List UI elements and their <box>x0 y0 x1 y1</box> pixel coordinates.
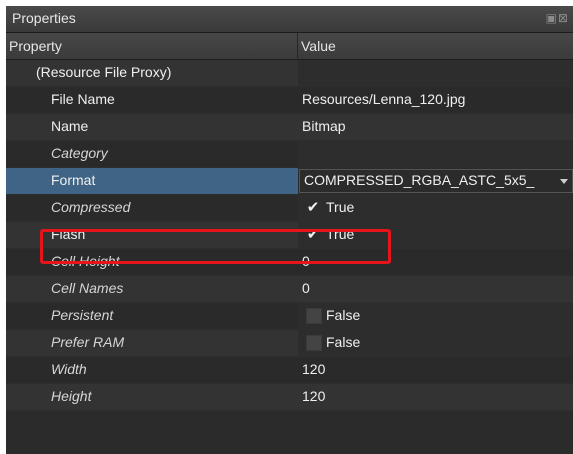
format-value: COMPRESSED_RGBA_ASTC_5x5_ <box>304 172 535 188</box>
property-label: (Resource File Proxy) <box>36 64 172 80</box>
table-row[interactable]: Prefer RAM False <box>6 330 573 357</box>
property-label: Persistent <box>51 307 114 323</box>
property-cell[interactable]: Prefer RAM <box>6 330 297 356</box>
value-cell[interactable] <box>298 141 573 167</box>
table-row[interactable]: Category <box>6 141 573 168</box>
property-label: Compressed <box>51 199 131 215</box>
table-row[interactable]: Compressed ✔ True <box>6 195 573 222</box>
table-row[interactable]: Height 120 <box>6 384 573 411</box>
property-label: Name <box>51 118 89 134</box>
chevron-down-icon[interactable] <box>560 179 568 184</box>
property-cell[interactable]: Format <box>6 168 297 194</box>
value-cell[interactable]: 0 <box>298 276 573 302</box>
table-row[interactable]: (Resource File Proxy) <box>6 60 573 87</box>
property-label: Format <box>51 172 96 188</box>
value-cell[interactable]: Bitmap <box>298 114 573 140</box>
value-text: 120 <box>302 388 326 404</box>
value-cell[interactable] <box>298 60 573 86</box>
property-label: Category <box>51 145 108 161</box>
property-label: Width <box>51 361 87 377</box>
value-cell[interactable]: False <box>298 303 573 329</box>
table-row[interactable]: Cell Names 0 <box>6 276 573 303</box>
panel-titlebar: Properties ▣⊠ <box>6 6 573 33</box>
property-label: File Name <box>51 91 115 107</box>
table-row[interactable]: Format COMPRESSED_RGBA_ASTC_5x5_ <box>6 168 573 195</box>
property-cell[interactable]: Compressed <box>6 195 297 221</box>
property-cell[interactable]: Width <box>6 357 297 383</box>
value-cell[interactable]: False <box>298 330 573 356</box>
checkbox[interactable] <box>306 308 322 324</box>
table-header: Property Value <box>6 33 573 60</box>
value-text: Resources/Lenna_120.jpg <box>302 91 466 107</box>
table-row[interactable]: Name Bitmap <box>6 114 573 141</box>
checkmark-icon[interactable]: ✔ <box>306 198 320 216</box>
header-separator[interactable] <box>297 33 298 59</box>
property-cell[interactable]: (Resource File Proxy) <box>6 60 297 86</box>
value-cell[interactable]: Resources/Lenna_120.jpg <box>298 87 573 113</box>
checkbox-label: True <box>326 199 355 215</box>
property-cell[interactable]: Persistent <box>6 303 297 329</box>
property-label: Height <box>51 388 92 404</box>
flash-row-highlight <box>40 229 391 264</box>
value-cell[interactable]: 120 <box>298 384 573 410</box>
property-label: Cell Names <box>51 280 124 296</box>
table-row[interactable]: File Name Resources/Lenna_120.jpg <box>6 87 573 114</box>
checkbox[interactable] <box>306 335 322 351</box>
table-row[interactable]: Persistent False <box>6 303 573 330</box>
checkbox-label: False <box>326 334 361 350</box>
property-cell[interactable]: Height <box>6 384 297 410</box>
value-text: 120 <box>302 361 326 377</box>
restore-close-icons[interactable]: ▣⊠ <box>546 11 569 25</box>
value-text: 0 <box>302 280 310 296</box>
panel-title: Properties <box>12 10 76 26</box>
table-row[interactable]: Width 120 <box>6 357 573 384</box>
format-dropdown[interactable]: COMPRESSED_RGBA_ASTC_5x5_ <box>299 169 573 193</box>
property-cell[interactable]: Cell Names <box>6 276 297 302</box>
value-cell[interactable]: 120 <box>298 357 573 383</box>
header-value[interactable]: Value <box>301 38 336 54</box>
property-cell[interactable]: Name <box>6 114 297 140</box>
checkbox-label: False <box>326 307 361 323</box>
value-text: Bitmap <box>302 118 346 134</box>
property-label: Prefer RAM <box>51 334 125 350</box>
value-cell[interactable]: ✔ True <box>298 195 573 221</box>
property-cell[interactable]: Category <box>6 141 297 167</box>
property-cell[interactable]: File Name <box>6 87 297 113</box>
header-property[interactable]: Property <box>9 38 62 54</box>
value-cell[interactable]: COMPRESSED_RGBA_ASTC_5x5_ <box>298 168 573 194</box>
